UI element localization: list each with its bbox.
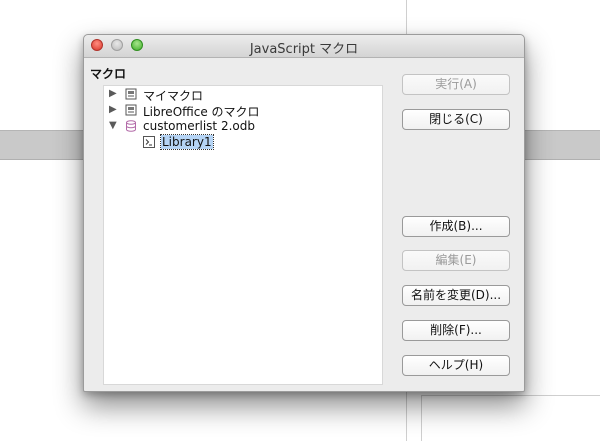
run-button[interactable]: 実行(A)	[402, 74, 510, 95]
create-button[interactable]: 作成(B)...	[402, 216, 510, 237]
tree-item-label: LibreOffice のマクロ	[143, 105, 260, 119]
dialog-container-icon	[125, 104, 137, 116]
macro-tree[interactable]: ▶ マイマクロ ▶ LibreOffice のマクロ ▼ customerlis…	[103, 85, 383, 385]
title-bar[interactable]: JavaScript マクロ	[84, 35, 524, 58]
expand-arrow-icon[interactable]: ▶	[109, 88, 119, 99]
collapse-arrow-icon[interactable]: ▼	[109, 120, 119, 131]
dialog-container-icon	[125, 88, 137, 100]
tree-item-label: Library1	[160, 134, 214, 150]
expand-arrow-icon[interactable]: ▶	[109, 104, 119, 115]
background-divider	[421, 395, 600, 396]
close-button[interactable]: 閉じる(C)	[402, 109, 510, 130]
macro-dialog: JavaScript マクロ マクロ ▶ マイマクロ ▶ LibreOffice…	[83, 34, 525, 392]
delete-button[interactable]: 削除(F)...	[402, 320, 510, 341]
rename-button[interactable]: 名前を変更(D)...	[402, 285, 510, 306]
macro-group-label: マクロ	[90, 67, 127, 81]
dialog-title: JavaScript マクロ	[249, 42, 359, 57]
tree-item-label: マイマクロ	[143, 89, 204, 103]
tree-item-label: customerlist 2.odb	[143, 119, 255, 133]
database-icon	[125, 120, 137, 132]
background-divider	[421, 395, 422, 441]
help-button[interactable]: ヘルプ(H)	[402, 355, 510, 376]
library-icon	[143, 136, 155, 148]
edit-button[interactable]: 編集(E)	[402, 250, 510, 271]
